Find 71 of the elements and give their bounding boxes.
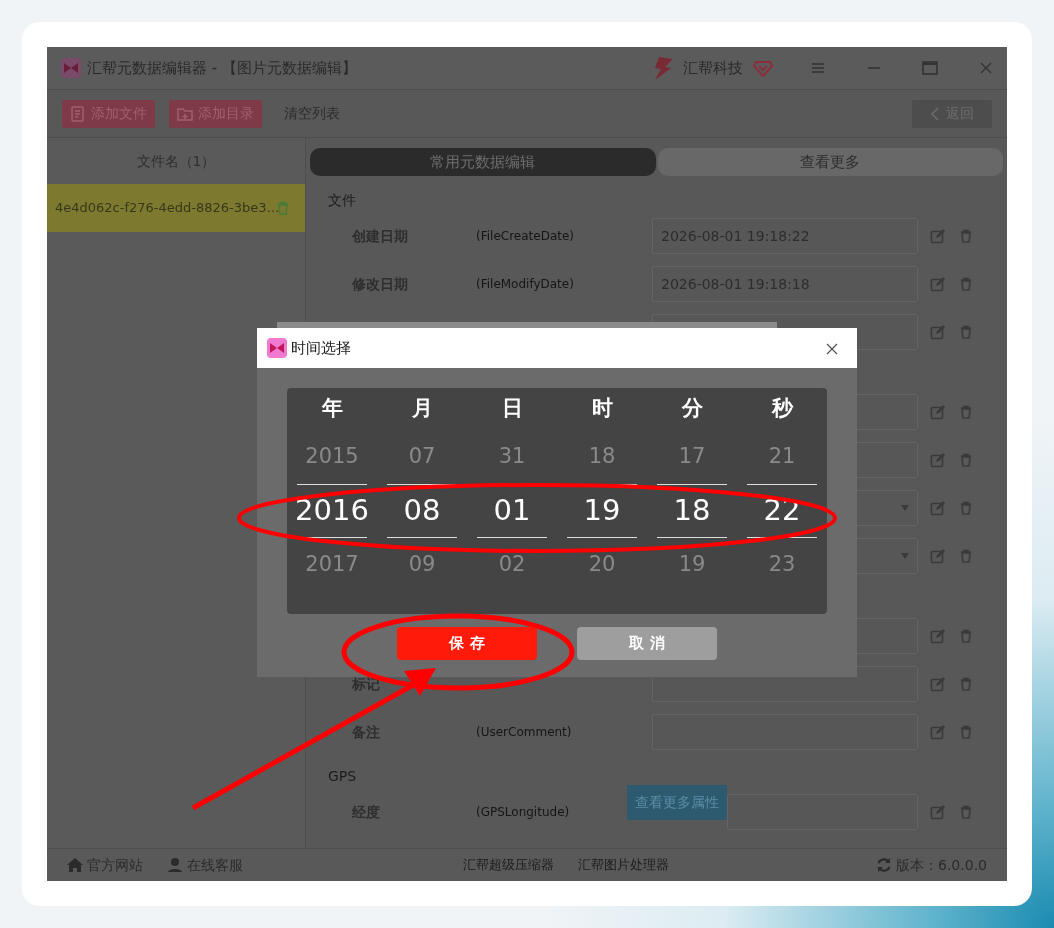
picker-selected-value[interactable]: 18 <box>657 484 727 538</box>
close-icon <box>826 343 838 355</box>
maximize-icon[interactable] <box>921 59 939 77</box>
picker-selected-value[interactable]: 01 <box>477 484 547 538</box>
tab[interactable]: 查看更多 <box>657 148 1003 176</box>
field-tag: (GPSLongitude) <box>476 805 570 819</box>
picker-option[interactable]: 17 <box>657 430 727 484</box>
caret-down-icon <box>901 505 909 511</box>
field-tag: (UserComment) <box>476 725 572 739</box>
edit-icon[interactable] <box>930 676 945 692</box>
trash-icon[interactable] <box>959 452 973 468</box>
cancel-button[interactable]: 取 消 <box>577 627 717 660</box>
picker-option[interactable]: 31 <box>477 430 547 484</box>
input-field[interactable] <box>727 794 918 830</box>
picker-option[interactable]: 02 <box>477 538 547 592</box>
trash-icon[interactable] <box>959 548 973 564</box>
trash-icon[interactable] <box>959 804 973 820</box>
tab[interactable]: 常用元数据编辑 <box>310 148 656 176</box>
edit-icon[interactable] <box>930 276 945 292</box>
app-logo <box>267 338 287 358</box>
edit-icon[interactable] <box>930 452 945 468</box>
column-header: 分 <box>681 395 703 423</box>
trash-icon[interactable] <box>959 276 973 292</box>
column-header: 年 <box>321 395 343 423</box>
picker-option[interactable]: 19 <box>657 538 727 592</box>
picker-option[interactable]: 23 <box>747 538 817 592</box>
section-title: GPS <box>328 768 357 784</box>
trash-icon[interactable] <box>959 228 973 244</box>
edit-icon[interactable] <box>930 724 945 740</box>
picker-option[interactable]: 20 <box>567 538 637 592</box>
save-button[interactable]: 保 存 <box>397 627 537 660</box>
picker-option[interactable]: 09 <box>387 538 457 592</box>
edit-icon[interactable] <box>930 404 945 420</box>
chevron-left-icon <box>930 106 940 121</box>
trash-icon[interactable] <box>959 404 973 420</box>
trash-icon[interactable] <box>959 324 973 340</box>
person-icon <box>167 857 183 873</box>
edit-icon[interactable] <box>930 500 945 516</box>
column-header: 时 <box>591 395 613 423</box>
picker-option[interactable]: 07 <box>387 430 457 484</box>
trash-icon[interactable] <box>959 500 973 516</box>
edit-icon[interactable] <box>930 628 945 644</box>
app-logo <box>61 58 81 78</box>
folder-icon <box>177 105 193 122</box>
home-icon <box>67 857 83 873</box>
field-tag: (FileCreateDate) <box>476 229 574 243</box>
product-link[interactable]: 汇帮超级压缩器 <box>463 855 554 875</box>
picker-option[interactable]: 2017 <box>297 538 367 592</box>
picker-selected-value[interactable]: 2016 <box>297 484 367 538</box>
edit-icon[interactable] <box>930 548 945 564</box>
field-tag: (FileModifyDate) <box>476 277 574 291</box>
picker-option[interactable]: 18 <box>567 430 637 484</box>
section-title: 文件 <box>328 192 356 208</box>
edit-icon[interactable] <box>930 228 945 244</box>
trash-icon[interactable] <box>959 676 973 692</box>
refresh-icon <box>876 857 892 873</box>
file-icon <box>70 105 86 122</box>
edit-icon[interactable] <box>930 324 945 340</box>
trash-icon[interactable] <box>959 724 973 740</box>
column-header: 秒 <box>771 395 793 423</box>
picker-option[interactable]: 2015 <box>297 430 367 484</box>
file-list-item[interactable]: 4e4d062c-f276-4edd-8826-3be3… <box>47 184 305 232</box>
dialog-title: 时间选择 <box>291 337 351 359</box>
trash-icon[interactable] <box>959 628 973 644</box>
picker-selected-value[interactable]: 08 <box>387 484 457 538</box>
column-header: 日 <box>501 395 523 423</box>
picker-option[interactable]: 21 <box>747 430 817 484</box>
caret-down-icon <box>901 553 909 559</box>
picker-selected-value[interactable]: 19 <box>567 484 637 538</box>
column-header: 月 <box>411 395 433 423</box>
edit-icon[interactable] <box>930 804 945 820</box>
